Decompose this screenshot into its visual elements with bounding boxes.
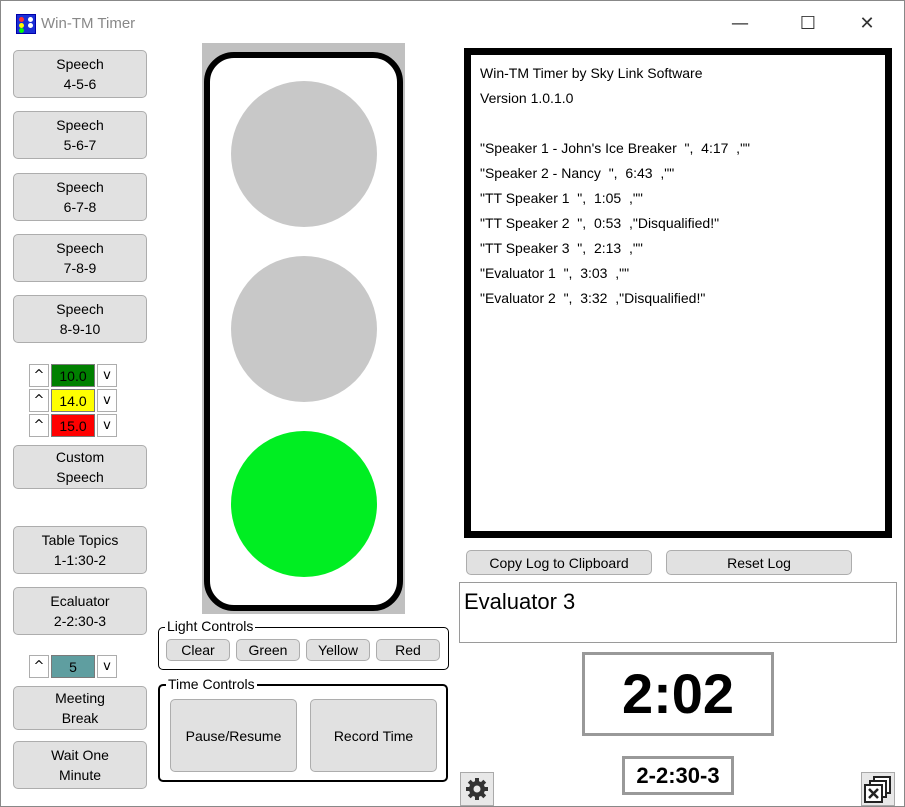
log-line: "Speaker 2 - Nancy ", 6:43 ,"" [480, 165, 675, 181]
red-light-button[interactable]: Red [376, 639, 440, 661]
log-line: "TT Speaker 1 ", 1:05 ,"" [480, 190, 643, 206]
green-up-button[interactable]: ^ [29, 364, 49, 387]
button-line2: 7-8-9 [63, 260, 97, 276]
green-down-button[interactable]: v [97, 364, 117, 387]
button-line1: Meeting [55, 690, 105, 706]
evaluator-count-up-button[interactable]: ^ [29, 655, 49, 678]
red-time-stepper: ^ 15.0 v [29, 414, 121, 438]
button-line2: 1-1:30-2 [53, 552, 107, 568]
button-line2: Break [61, 710, 99, 726]
record-time-button[interactable]: Record Time [310, 699, 437, 772]
red-time-value[interactable]: 15.0 [51, 414, 95, 437]
red-up-button[interactable]: ^ [29, 414, 49, 437]
custom-speech-button[interactable]: Custom Speech [13, 445, 147, 489]
button-line2: 2-2:30-3 [53, 613, 107, 629]
clear-light-button[interactable]: Clear [166, 639, 230, 661]
log-line: "Evaluator 2 ", 3:32 ,"Disqualified!" [480, 290, 706, 306]
time-controls-title: Time Controls [166, 676, 257, 692]
yellow-up-button[interactable]: ^ [29, 389, 49, 412]
log-line: "Speaker 1 - John's Ice Breaker ", 4:17 … [480, 140, 751, 156]
app-traffic-light-icon [16, 14, 36, 34]
button-line2: 4-5-6 [63, 76, 97, 92]
log-line: Win-TM Timer by Sky Link Software [480, 65, 703, 81]
green-time-stepper: ^ 10.0 v [29, 364, 121, 388]
button-line2: 6-7-8 [63, 199, 97, 215]
button-line2: 8-9-10 [59, 321, 101, 337]
green-light-button[interactable]: Green [236, 639, 300, 661]
button-line2: Speech [56, 469, 104, 485]
button-line1: Speech [56, 240, 104, 256]
button-line1: Table Topics [41, 532, 119, 548]
evaluator-button[interactable]: Ecaluator 2-2:30-3 [13, 587, 147, 635]
speech-7-8-9-button[interactable]: Speech 7-8-9 [13, 234, 147, 282]
button-line2: 5-6-7 [63, 137, 97, 153]
timer-display: 2:02 [582, 652, 774, 736]
log-line: "TT Speaker 2 ", 0:53 ,"Disqualified!" [480, 215, 720, 231]
maximize-button[interactable]: ☐ [785, 7, 831, 41]
speech-8-9-10-button[interactable]: Speech 8-9-10 [13, 295, 147, 343]
yellow-light-button[interactable]: Yellow [306, 639, 370, 661]
yellow-time-stepper: ^ 14.0 v [29, 389, 121, 413]
log-panel[interactable]: Win-TM Timer by Sky Link Software Versio… [464, 48, 892, 538]
window-title: Win-TM Timer [41, 15, 136, 32]
speech-5-6-7-button[interactable]: Speech 5-6-7 [13, 111, 147, 159]
reset-log-button[interactable]: Reset Log [666, 550, 852, 575]
log-line: Version 1.0.1.0 [480, 90, 574, 106]
table-topics-button[interactable]: Table Topics 1-1:30-2 [13, 526, 147, 574]
window-restore-icon [864, 776, 891, 803]
green-time-value[interactable]: 10.0 [51, 364, 95, 387]
wait-one-minute-button[interactable]: Wait One Minute [13, 741, 147, 789]
evaluator-count-stepper: ^ 5 v [29, 655, 121, 679]
button-line1: Speech [56, 301, 104, 317]
app-window: Win-TM Timer — ☐ ✕ Speech 4-5-6 Speech 5… [0, 0, 905, 807]
button-line1: Ecaluator [50, 593, 110, 609]
pause-resume-button[interactable]: Pause/Resume [170, 699, 297, 772]
evaluator-count-down-button[interactable]: v [97, 655, 117, 678]
speech-4-5-6-button[interactable]: Speech 4-5-6 [13, 50, 147, 98]
timing-code-display: 2-2:30-3 [622, 756, 734, 795]
red-lamp [231, 81, 377, 227]
red-down-button[interactable]: v [97, 414, 117, 437]
yellow-time-value[interactable]: 14.0 [51, 389, 95, 412]
light-controls-title: Light Controls [165, 618, 256, 634]
green-lamp [231, 431, 377, 577]
yellow-lamp [231, 256, 377, 402]
restore-windows-button[interactable] [861, 772, 895, 806]
settings-button[interactable] [460, 772, 494, 806]
button-line1: Speech [56, 56, 104, 72]
log-line: "Evaluator 1 ", 3:03 ,"" [480, 265, 630, 281]
log-line: "TT Speaker 3 ", 2:13 ,"" [480, 240, 643, 256]
title-bar: Win-TM Timer — ☐ ✕ [1, 1, 904, 45]
button-line1: Custom [55, 449, 105, 465]
close-button[interactable]: ✕ [844, 7, 890, 41]
button-line1: Wait One [51, 747, 109, 763]
speech-6-7-8-button[interactable]: Speech 6-7-8 [13, 173, 147, 221]
current-speaker-input[interactable]: Evaluator 3 [459, 582, 897, 643]
copy-log-button[interactable]: Copy Log to Clipboard [466, 550, 652, 575]
button-line2: Minute [58, 767, 102, 783]
evaluator-count-value[interactable]: 5 [51, 655, 95, 678]
button-line1: Speech [56, 179, 104, 195]
meeting-break-button[interactable]: Meeting Break [13, 686, 147, 730]
gear-icon [466, 778, 488, 800]
yellow-down-button[interactable]: v [97, 389, 117, 412]
button-line1: Speech [56, 117, 104, 133]
minimize-button[interactable]: — [717, 7, 763, 41]
